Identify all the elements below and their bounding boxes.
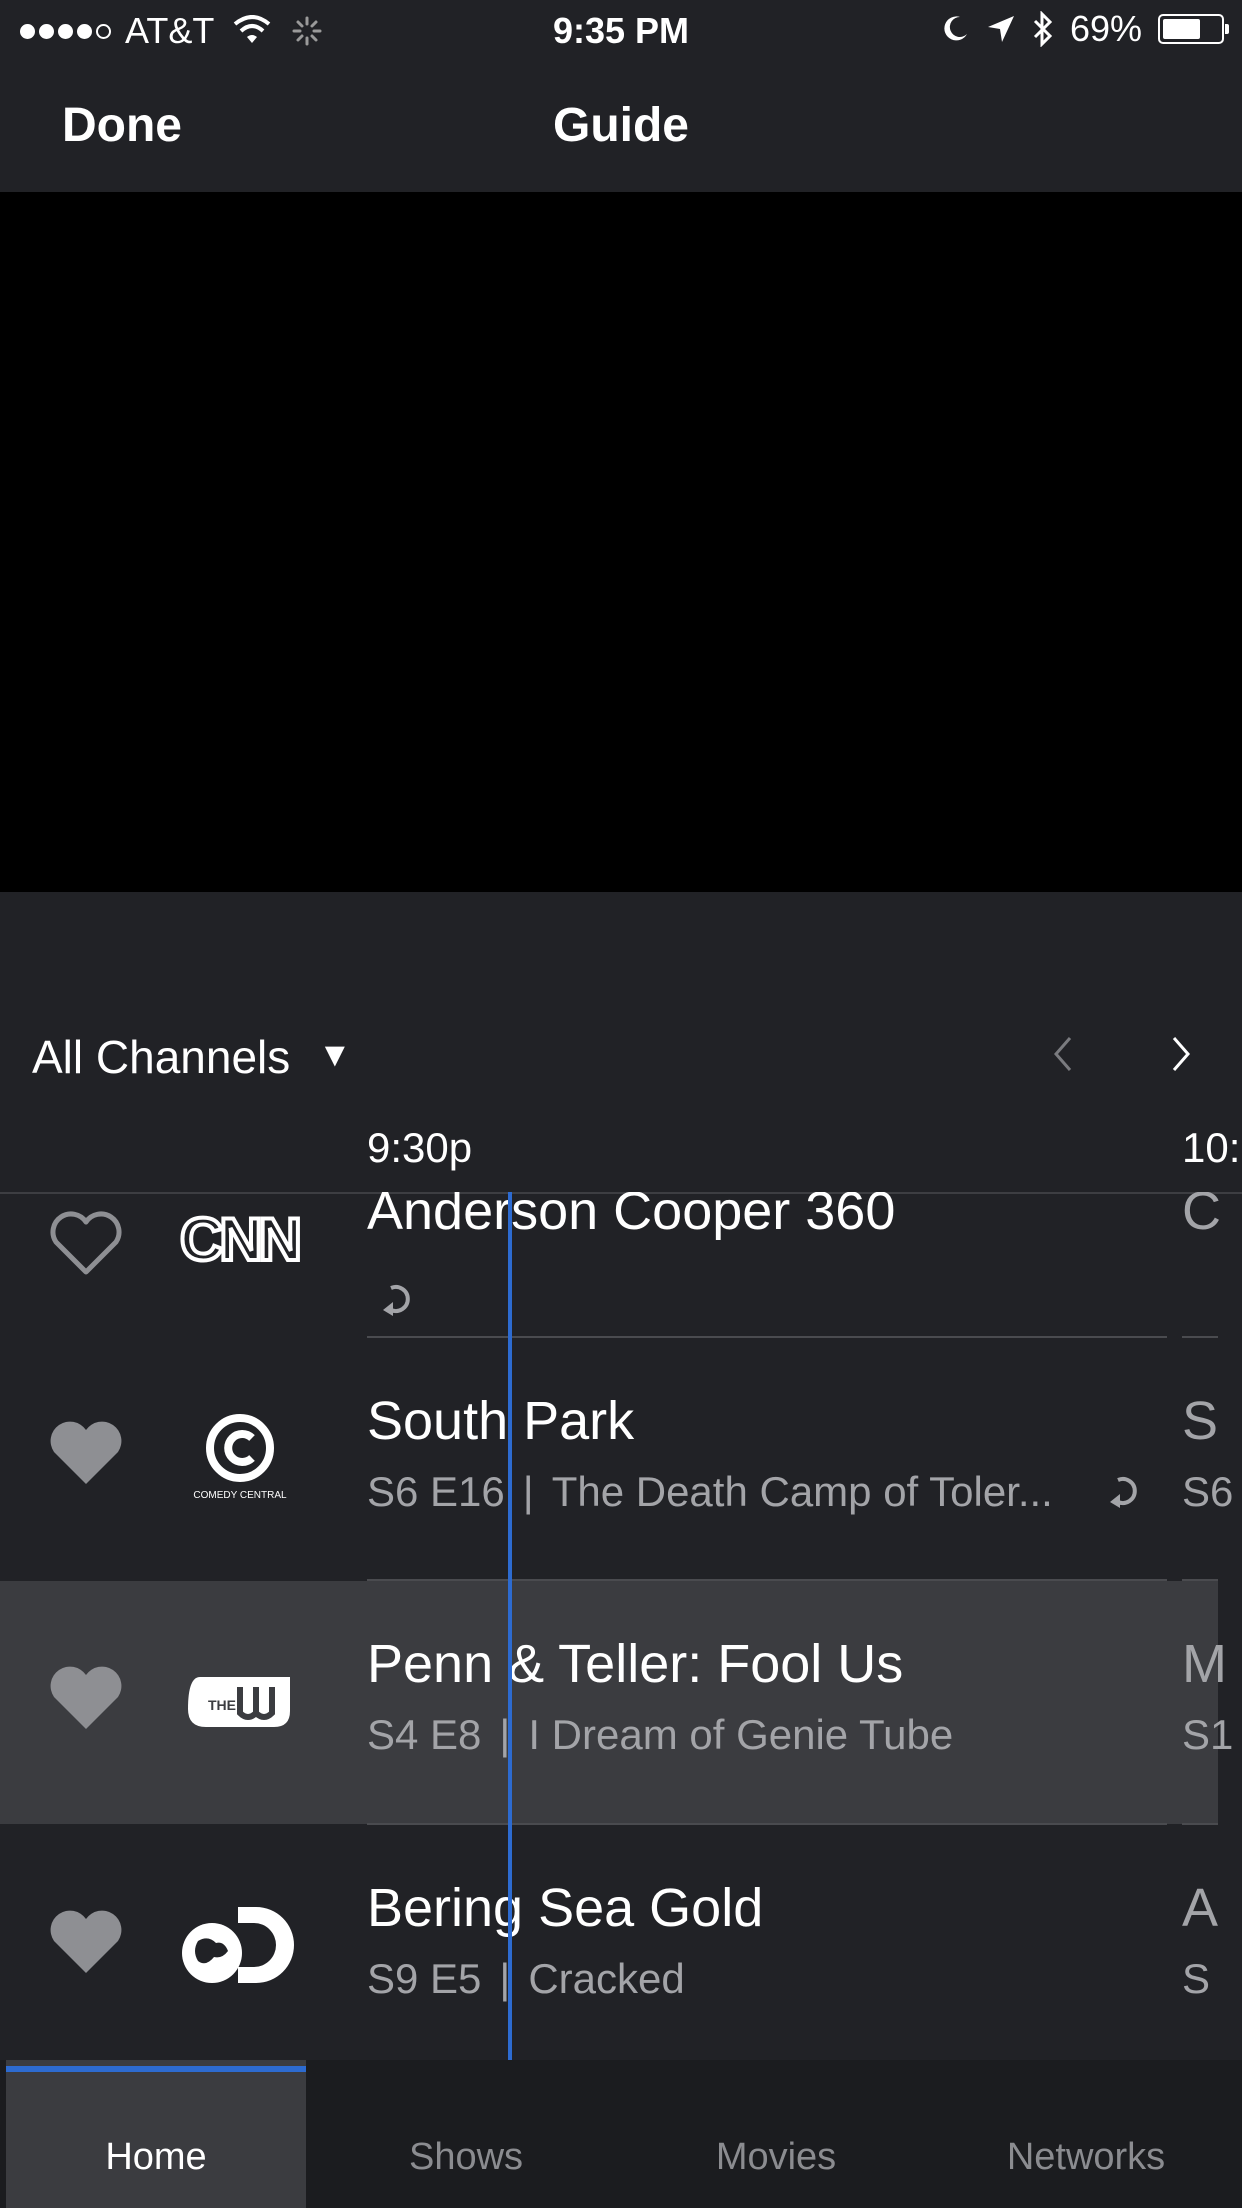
- next-program-title[interactable]: M: [1182, 1633, 1227, 1695]
- program-title: Anderson Cooper 360: [367, 1192, 896, 1241]
- tab-networks-label: Networks: [1006, 2136, 1166, 2178]
- status-bar: AT&T 9:35 PM 69%: [0, 0, 1242, 62]
- tab-networks[interactable]: Networks: [936, 2060, 1236, 2208]
- episode-number: S9 E5: [367, 1955, 482, 2002]
- tab-shows[interactable]: Shows: [316, 2060, 616, 2208]
- time-header: 9:30p 10:00p: [0, 1110, 1242, 1194]
- program-title: Bering Sea Gold: [367, 1878, 764, 1938]
- video-player[interactable]: [0, 192, 1242, 892]
- episode-title: Cracked: [528, 1955, 685, 2002]
- time-slot: 9:30p: [367, 1124, 473, 1171]
- next-program-subtitle: S: [1182, 1955, 1211, 2002]
- cw-logo: THE: [188, 1677, 290, 1727]
- caret-down-icon[interactable]: ▼: [318, 1036, 352, 1075]
- channel-filter-row: All Channels ▼: [0, 1020, 1242, 1100]
- rerun-icon: [383, 1285, 410, 1316]
- bluetooth-icon: [1033, 11, 1053, 47]
- discovery-logo: [182, 1907, 294, 1983]
- program-title: South Park: [367, 1391, 635, 1451]
- guide-row[interactable]: Bering Sea Gold S9 E5 | Cracked A S: [0, 1825, 1218, 2060]
- program-title: Penn & Teller: Fool Us: [367, 1634, 904, 1694]
- tab-movies-label: Movies: [715, 2136, 837, 2178]
- guide-list: CNN Anderson Cooper 360 C COMEDY CENTRAL…: [0, 1192, 1242, 2060]
- svg-text:THE: THE: [208, 1697, 236, 1713]
- battery-fill: [1163, 19, 1200, 39]
- tab-bar: Home Shows Movies Networks: [0, 2060, 1242, 2208]
- chevron-right-icon[interactable]: [1170, 1034, 1194, 1074]
- guide-row[interactable]: COMEDY CENTRAL South Park S6 E16 | The Dea…: [0, 1338, 1233, 1581]
- next-program-subtitle: S1: [1182, 1711, 1234, 1758]
- channel-filter-dropdown[interactable]: All Channels: [32, 1030, 290, 1084]
- separator: |: [522, 1468, 534, 1515]
- tab-shows-label: Shows: [408, 2136, 524, 2178]
- episode-title: I Dream of Genie Tube: [528, 1711, 954, 1758]
- rerun-icon: [1110, 1477, 1137, 1508]
- heart-filled-icon[interactable]: [48, 1665, 124, 1733]
- next-program-title[interactable]: S: [1182, 1390, 1218, 1452]
- next-program-subtitle: S6: [1182, 1468, 1234, 1515]
- episode-title: The Death Camp of Toler...: [551, 1468, 1053, 1515]
- tab-movies[interactable]: Movies: [626, 2060, 926, 2208]
- program-subtitle: S6 E16 | The Death Camp of Toler...: [367, 1468, 1053, 1516]
- heart-filled-icon[interactable]: [48, 1909, 124, 1977]
- next-program-title[interactable]: A: [1182, 1877, 1218, 1939]
- page-title: Guide: [552, 99, 689, 152]
- location-icon: [987, 16, 1014, 42]
- chevron-left-icon[interactable]: [1050, 1034, 1074, 1074]
- battery-percent: 69%: [1069, 8, 1142, 49]
- program-subtitle: S9 E5 | Cracked: [367, 1955, 685, 2003]
- battery-icon: [1158, 14, 1229, 44]
- next-program-title[interactable]: C: [1182, 1192, 1221, 1242]
- status-right: 69%: [940, 8, 1229, 50]
- tab-home[interactable]: Home: [6, 2060, 306, 2208]
- program-subtitle: S4 E8 | I Dream of Genie Tube: [367, 1711, 953, 1759]
- comedy-central-logo: COMEDY CENTRAL: [193, 1414, 287, 1501]
- episode-number: S6 E16: [367, 1468, 505, 1515]
- episode-number: S4 E8: [367, 1711, 482, 1758]
- heart-outline-icon[interactable]: [48, 1210, 124, 1278]
- navigation-bar: Done Guide: [0, 62, 1242, 192]
- svg-text:COMEDY CENTRAL: COMEDY CENTRAL: [193, 1490, 287, 1501]
- cnn-logo: CNN: [178, 1204, 302, 1275]
- heart-filled-icon[interactable]: [48, 1420, 124, 1488]
- moon-icon: [944, 16, 967, 41]
- time-slot: 10:00p: [1182, 1124, 1242, 1171]
- tab-home-label: Home: [105, 2136, 207, 2178]
- current-time-indicator: [508, 1192, 512, 2060]
- guide-row-selected[interactable]: THE Penn & Teller: Fool Us S4 E8 | I Dream…: [0, 1581, 1233, 1824]
- svg-text:CNN: CNN: [180, 1206, 299, 1273]
